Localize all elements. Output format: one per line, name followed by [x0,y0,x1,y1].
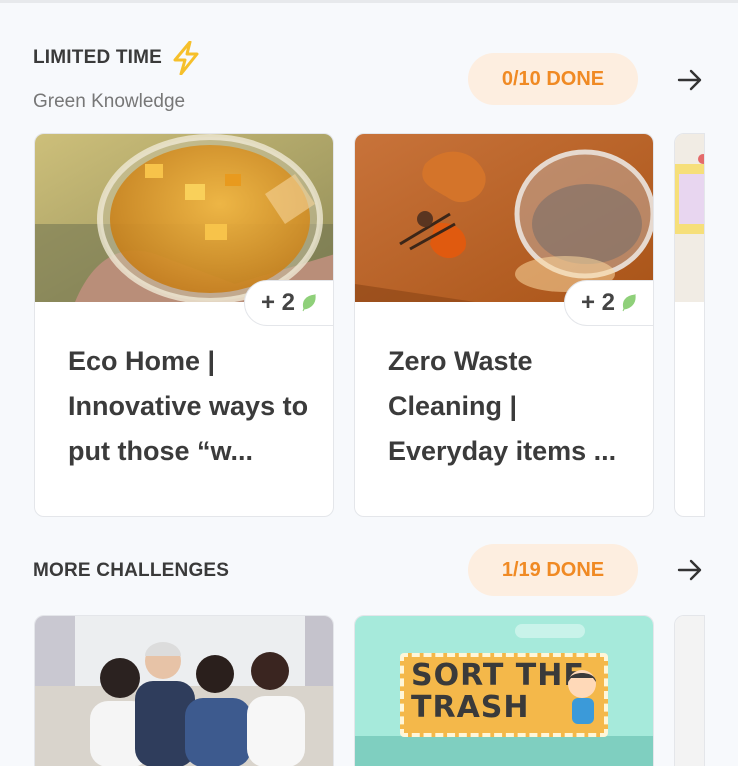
card-image-family [35,616,333,766]
arrow-right-icon[interactable] [677,69,703,91]
card-image-jar-peels [35,134,333,302]
mascot-icon [563,668,601,726]
more-challenges-title: MORE CHALLENGES [33,560,230,581]
progress-badge: 0/10 DONE [468,53,638,105]
challenge-card[interactable] [34,615,334,766]
top-divider [0,0,738,3]
card-image-sort-the-trash: SORT THE TRASH [355,616,653,766]
points-badge: + 2 [244,280,333,326]
lightning-bolt-icon [173,41,199,75]
card-title: Zero Waste Cleaning | Everyday items ... [388,346,617,466]
arrow-right-icon[interactable] [677,559,703,581]
points-value: + 2 [260,289,296,316]
card-image-glass-peels [355,134,653,302]
leaf-icon [302,294,316,312]
progress-badge: 1/19 DONE [468,544,638,596]
challenge-card[interactable]: SORT THE TRASH [354,615,654,766]
card-title: Eco Home | Innovative ways to put those … [68,346,309,466]
leaf-icon [622,294,636,312]
limited-time-title: LIMITED TIME [33,47,163,68]
section-subtitle: Green Knowledge [33,91,186,112]
points-value: + 2 [580,289,616,316]
challenge-card-peek[interactable] [674,133,705,517]
challenge-card[interactable]: + 2 Eco Home | Innovative ways to put th… [34,133,334,517]
logo-text-line2: TRASH [411,690,530,725]
challenge-card-peek[interactable] [674,615,705,766]
points-badge: + 2 [564,280,653,326]
challenge-card[interactable]: + 2 Zero Waste Cleaning | Everyday items… [354,133,654,517]
logo-text-line1: SORT THE [411,658,585,693]
